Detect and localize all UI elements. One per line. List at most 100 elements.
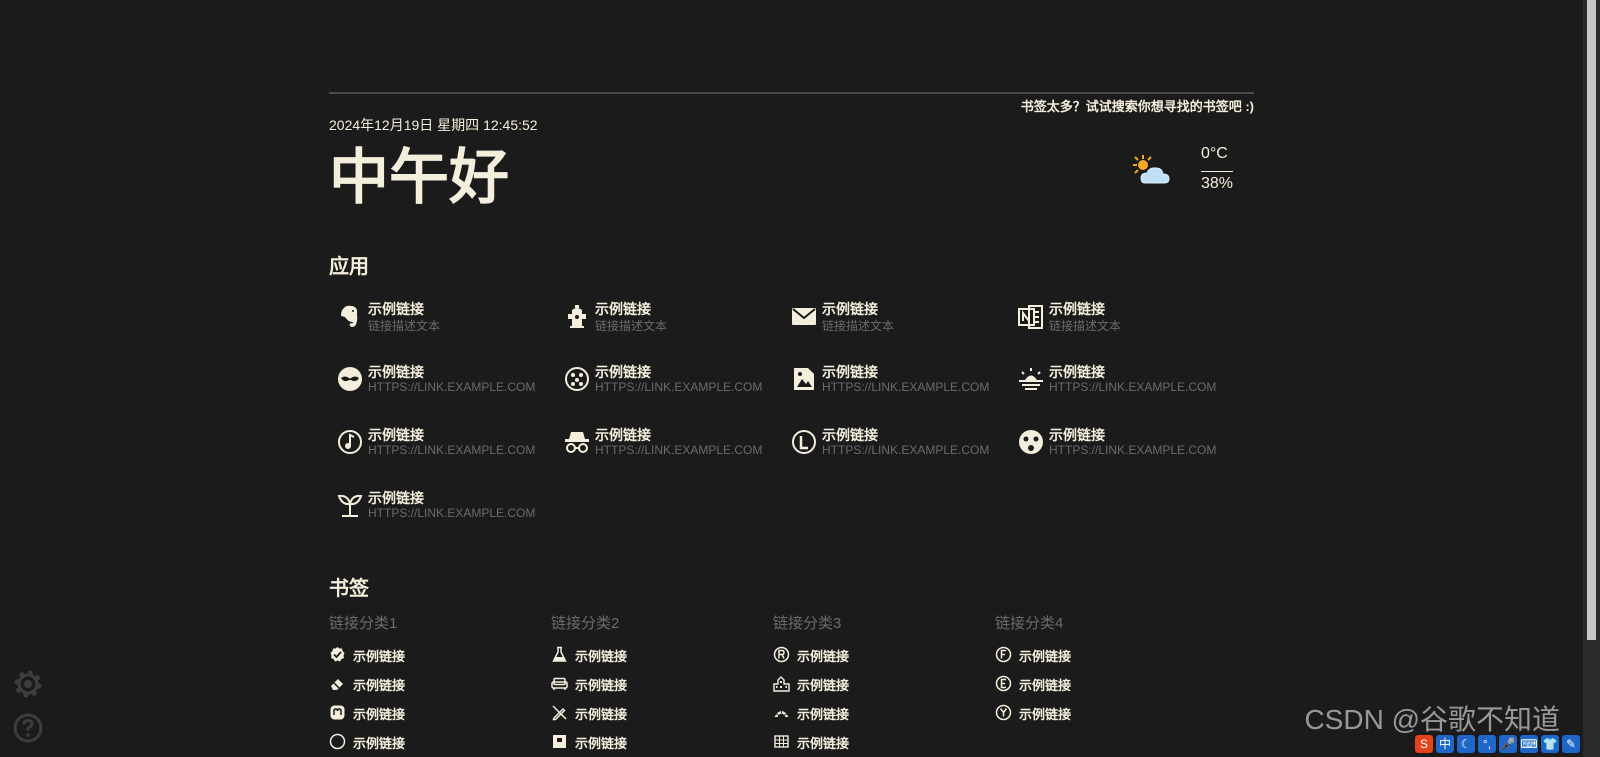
bookmark-name: 示例链接 [575,678,628,693]
app-link[interactable]: 示例链接 HTTPS://LINK.EXAMPLE.COM [329,422,554,466]
app-name: 示例链接 [822,364,878,380]
app-name: 示例链接 [368,490,424,506]
letter-y-circle-icon [995,704,1012,721]
weather-widget: 0°C 38% [1131,145,1241,205]
humidity: 38% [1201,175,1234,192]
rainbow-icon [774,710,789,717]
letter-r-circle-icon [773,646,790,663]
app-desc: HTTPS://LINK.EXAMPLE.COM [822,443,990,457]
app-desc: HTTPS://LINK.EXAMPLE.COM [368,443,536,457]
bookmark-name: 示例链接 [575,707,628,722]
ime-toolbar[interactable]: S 中 ☾ °, 🎤 ⌨ 👕 ✎ [1415,735,1580,757]
sprout-icon [337,494,363,517]
sofa-icon [551,677,568,690]
app-desc: HTTPS://LINK.EXAMPLE.COM [595,380,763,394]
app-name: 示例链接 [822,427,878,443]
app-link[interactable]: 示例链接 HTTPS://LINK.EXAMPLE.COM [783,359,1008,403]
category-name: 链接分类1 [329,615,398,632]
bookmark-name: 示例链接 [353,736,406,751]
scrollbar-thumb[interactable] [1587,0,1596,640]
app-link[interactable]: 示例链接 HTTPS://LINK.EXAMPLE.COM [1010,422,1235,466]
app-name: 示例链接 [1049,364,1105,380]
app-desc: HTTPS://LINK.EXAMPLE.COM [595,443,763,457]
moon-icon[interactable]: ☾ [1457,735,1475,753]
app-desc: HTTPS://LINK.EXAMPLE.COM [1049,443,1217,457]
app-link[interactable]: 示例链接 HTTPS://LINK.EXAMPLE.COM [783,422,1008,466]
apps-title: 应用 [329,256,369,278]
help-icon[interactable] [12,712,44,744]
email-icon [792,308,816,325]
bookmark-name: 示例链接 [797,678,850,693]
mastodon-icon [330,705,345,720]
punctuation-icon[interactable]: °, [1478,735,1496,753]
dots-circle-icon [565,367,589,391]
app-link[interactable]: 示例链接 HTTPS://LINK.EXAMPLE.COM [329,359,554,403]
app-name: 示例链接 [595,364,651,380]
app-desc: 链接描述文本 [1049,319,1122,333]
microphone-icon[interactable]: 🎤 [1499,735,1517,753]
csdn-watermark: CSDN @谷歌不知道 [1304,704,1560,735]
app-link[interactable]: 示例链接 链接描述文本 [556,296,781,340]
app-desc: 链接描述文本 [368,319,441,333]
fire-hydrant-icon [568,305,586,328]
greeting: 中午好 [329,144,509,211]
box-icon [553,735,566,748]
bookmark-name: 示例链接 [575,649,628,664]
letter-e-circle-icon [995,675,1012,692]
app-name: 示例链接 [368,427,424,443]
app-name: 示例链接 [368,364,424,380]
app-desc: HTTPS://LINK.EXAMPLE.COM [822,380,990,394]
letter-f-circle-icon [995,646,1012,663]
app-name: 示例链接 [595,427,651,443]
onenote-icon [1018,305,1043,329]
app-desc: HTTPS://LINK.EXAMPLE.COM [368,380,536,394]
app-link[interactable]: 示例链接 链接描述文本 [783,296,1008,340]
city-icon [773,676,790,692]
category-name: 链接分类3 [773,615,842,632]
partly-cloudy-icon [1133,155,1170,184]
search-hint[interactable]: 书签太多？试试搜索你想寻找的书签吧 :) [1021,96,1254,115]
app-name: 示例链接 [1049,427,1105,443]
gear-icon[interactable] [12,668,44,700]
weather-divider [1201,171,1233,172]
incognito-icon [565,432,589,453]
ime-language-label[interactable]: 中 [1436,735,1454,753]
app-name: 示例链接 [822,301,878,317]
keyboard-icon[interactable]: ⌨ [1520,735,1538,753]
app-link[interactable]: 示例链接 HTTPS://LINK.EXAMPLE.COM [556,422,781,466]
category-name: 链接分类4 [995,615,1064,632]
top-divider [329,92,1254,94]
app-desc: HTTPS://LINK.EXAMPLE.COM [1049,380,1217,394]
datetime: 2024年12月19日 星期四 12:45:52 [329,117,538,133]
sogou-logo-icon[interactable]: S [1415,735,1433,753]
sunset-icon [1019,368,1043,390]
app-name: 示例链接 [595,301,651,317]
app-link[interactable]: 示例链接 HTTPS://LINK.EXAMPLE.COM [1010,359,1235,403]
app-name: 示例链接 [1049,301,1105,317]
circle-icon [329,733,346,750]
image-file-icon [794,368,814,390]
face-icon [1019,430,1043,454]
app-link[interactable]: 示例链接 HTTPS://LINK.EXAMPLE.COM [556,359,781,403]
bookmark-name: 示例链接 [1019,678,1072,693]
app-link[interactable]: 示例链接 HTTPS://LINK.EXAMPLE.COM [329,485,554,529]
evernote-icon [341,305,358,327]
app-desc: 链接描述文本 [595,319,668,333]
bookmarks-title: 书签 [329,578,369,600]
skin-icon[interactable]: 👕 [1541,735,1559,753]
bookmark-name: 示例链接 [575,736,628,751]
bookmark-name: 示例链接 [1019,649,1072,664]
tools-icon[interactable]: ✎ [1562,735,1580,753]
category-name: 链接分类2 [551,615,620,632]
app-link[interactable]: 示例链接 链接描述文本 [329,296,554,340]
app-link[interactable]: 示例链接 链接描述文本 [1010,296,1235,340]
bookmark-name: 示例链接 [1019,707,1072,722]
check-badge-icon [330,647,345,662]
bookmark-name: 示例链接 [353,678,406,693]
app-name: 示例链接 [368,301,424,317]
flask-icon [552,646,567,662]
bookmark-name: 示例链接 [353,707,406,722]
page-scrollbar[interactable] [1583,0,1600,757]
no-pen-icon [552,705,567,721]
app-desc: HTTPS://LINK.EXAMPLE.COM [368,506,536,520]
